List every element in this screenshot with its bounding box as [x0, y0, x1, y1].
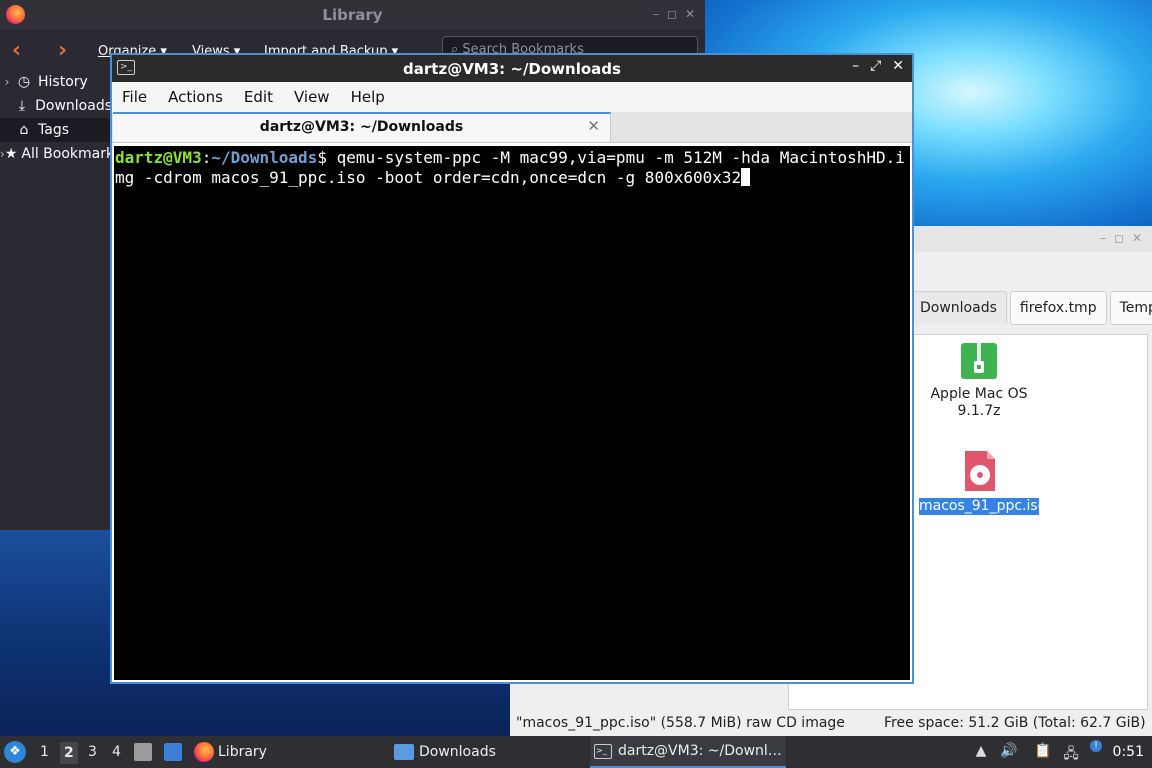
- minimize-icon[interactable]: –: [852, 58, 859, 74]
- text-cursor: [741, 168, 751, 186]
- sidebar-item-downloads[interactable]: ⤓ Downloads: [0, 94, 112, 118]
- clipboard-icon[interactable]: 📋: [1034, 743, 1052, 761]
- file-item[interactable]: macos_91_ppc.iso: [919, 449, 1046, 515]
- clock[interactable]: 0:51: [1113, 744, 1144, 760]
- task-downloads[interactable]: Downloads: [394, 736, 584, 768]
- terminal-tab[interactable]: dartz@VM3: ~/Downloads ✕: [113, 112, 611, 142]
- forward-arrow-icon[interactable]: ›: [58, 38, 67, 63]
- menu-view[interactable]: View: [294, 88, 330, 106]
- file-item[interactable]: Apple Mac OS 9.1.7z: [919, 341, 1039, 420]
- tab-temp[interactable]: Temp: [1109, 291, 1152, 325]
- volume-icon[interactable]: 🔊: [1000, 743, 1018, 761]
- terminal-titlebar: >_ dartz@VM3: ~/Downloads – ⤢ ✕: [112, 55, 912, 82]
- prompt-user: dartz@VM3: [115, 148, 202, 167]
- file-cabinet-icon[interactable]: [134, 743, 152, 761]
- back-arrow-icon[interactable]: ‹: [12, 38, 21, 63]
- firefox-icon: [194, 742, 214, 762]
- minimize-icon[interactable]: –: [653, 7, 659, 21]
- start-menu-button[interactable]: ❖: [4, 741, 26, 763]
- library-sidebar: › ◷ History ⤓ Downloads ⌂ Tags › ★ All B…: [0, 70, 112, 530]
- terminal-icon: >_: [594, 743, 612, 759]
- terminal-title: dartz@VM3: ~/Downloads: [403, 60, 621, 78]
- clock-icon: ◷: [17, 74, 31, 90]
- network-icon[interactable]: 🖧: [1062, 743, 1080, 762]
- maximize-icon[interactable]: ◻: [667, 7, 677, 21]
- tag-icon: ⌂: [19, 122, 29, 138]
- library-title: Library: [322, 6, 383, 24]
- terminal-menubar: File Actions Edit View Help: [112, 82, 912, 112]
- taskbar: ❖ 1 2 3 4 Library Downloads >_ dartz@VM3…: [0, 736, 1152, 768]
- prompt-path: ~/Downloads: [211, 148, 318, 167]
- workspace-1[interactable]: 1: [40, 744, 49, 760]
- expand-icon[interactable]: ›: [0, 75, 14, 89]
- task-library[interactable]: Library: [194, 736, 384, 768]
- menu-actions[interactable]: Actions: [168, 88, 223, 106]
- close-icon[interactable]: ✕: [685, 7, 695, 21]
- sidebar-item-history[interactable]: › ◷ History: [0, 70, 112, 94]
- sidebar-item-tags[interactable]: ⌂ Tags: [0, 118, 112, 142]
- file-manager-statusbar: "macos_91_ppc.iso" (558.7 MiB) raw CD im…: [510, 712, 1152, 736]
- updates-icon[interactable]: ▲: [972, 743, 990, 761]
- show-desktop-icon[interactable]: [164, 743, 182, 761]
- free-space-info: Free space: 51.2 GiB (Total: 62.7 GiB): [884, 715, 1146, 731]
- close-icon[interactable]: ✕: [1132, 231, 1142, 245]
- folder-icon: [394, 744, 414, 760]
- sidebar-item-all-bookmarks[interactable]: › ★ All Bookmarks: [0, 142, 112, 166]
- menu-edit[interactable]: Edit: [244, 88, 273, 106]
- minimize-icon[interactable]: –: [1100, 231, 1106, 245]
- close-icon[interactable]: ✕: [892, 58, 904, 74]
- disc-image-icon: [965, 451, 995, 491]
- menu-help[interactable]: Help: [351, 88, 385, 106]
- terminal-window: >_ dartz@VM3: ~/Downloads – ⤢ ✕ File Act…: [110, 53, 914, 684]
- task-terminal[interactable]: >_ dartz@VM3: ~/Downl…: [590, 736, 786, 768]
- file-manager-window-controls: – ◻ ✕: [1100, 231, 1142, 245]
- library-titlebar: Library – ◻ ✕: [0, 0, 705, 30]
- star-icon: ★: [4, 146, 18, 162]
- workspace-3[interactable]: 3: [88, 744, 97, 760]
- close-tab-icon[interactable]: ✕: [587, 117, 600, 135]
- library-window-controls: – ◻ ✕: [653, 7, 695, 21]
- terminal-tabbar: dartz@VM3: ~/Downloads ✕: [112, 112, 912, 143]
- tab-firefox-tmp[interactable]: firefox.tmp: [1009, 291, 1107, 325]
- workspace-2[interactable]: 2: [60, 742, 78, 764]
- terminal-output[interactable]: dartz@VM3:~/Downloads$ qemu-system-ppc -…: [114, 146, 910, 680]
- maximize-icon[interactable]: ◻: [1114, 231, 1124, 245]
- download-icon: ⤓: [18, 98, 26, 114]
- terminal-window-controls: – ⤢ ✕: [852, 58, 904, 74]
- file-manager-tabs: Downloads firefox.tmp Temp ›: [910, 291, 1152, 327]
- prompt-symbol: $: [317, 148, 337, 167]
- selection-info: "macos_91_ppc.iso" (558.7 MiB) raw CD im…: [516, 715, 845, 731]
- tab-downloads[interactable]: Downloads: [910, 291, 1007, 325]
- workspace-4[interactable]: 4: [112, 744, 121, 760]
- menu-file[interactable]: File: [122, 88, 147, 106]
- maximize-icon[interactable]: ⤢: [870, 58, 881, 74]
- notification-icon[interactable]: !: [1090, 740, 1102, 752]
- prompt-separator: :: [201, 148, 212, 167]
- archive-icon: [961, 343, 997, 379]
